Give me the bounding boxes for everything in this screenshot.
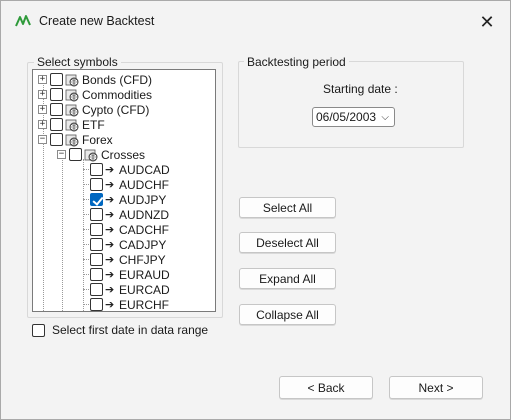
arrow-right-icon: ➔: [105, 267, 115, 281]
tree-category-etf[interactable]: + ETF: [38, 117, 105, 132]
tree-checkbox[interactable]: [90, 178, 103, 191]
tree-checkbox[interactable]: [90, 268, 103, 281]
period-group-label: Backtesting period: [244, 55, 349, 69]
app-logo-icon: [15, 15, 31, 27]
deselect-all-button[interactable]: Deselect All: [239, 232, 336, 253]
select-all-button[interactable]: Select All: [239, 197, 336, 218]
tree-checkbox[interactable]: [69, 148, 82, 161]
starting-date-label: Starting date :: [323, 82, 398, 96]
tree-symbol-euraud[interactable]: ➔ EURAUD: [90, 267, 170, 282]
tree-checkbox[interactable]: [50, 103, 63, 116]
expand-icon[interactable]: +: [38, 120, 47, 129]
tree-checkbox[interactable]: [90, 238, 103, 251]
tree-item-label: Cypto (CFD): [82, 102, 150, 117]
arrow-right-icon: ➔: [105, 252, 115, 266]
tree-symbol-cadchf[interactable]: ➔ CADCHF: [90, 222, 169, 237]
tree-checkbox[interactable]: [90, 208, 103, 221]
collapse-icon[interactable]: −: [57, 150, 66, 159]
tree-item-label: Crosses: [101, 147, 146, 162]
arrow-right-icon: ➔: [105, 222, 115, 236]
close-icon: ✕: [479, 11, 495, 32]
tree-checkbox[interactable]: [90, 223, 103, 236]
tree-symbol-audchf[interactable]: ➔ AUDCHF: [90, 177, 169, 192]
close-button[interactable]: ✕: [473, 9, 501, 35]
tree-symbol-audjpy[interactable]: ➔ AUDJPY: [90, 192, 166, 207]
expand-icon[interactable]: +: [38, 75, 47, 84]
tree-item-label: EURCAD: [119, 282, 170, 297]
tree-item-label: Bonds (CFD): [82, 72, 153, 87]
tree-item-label: EURAUD: [119, 267, 170, 282]
tree-symbol-audcad[interactable]: ➔ AUDCAD: [90, 162, 170, 177]
tree-checkbox[interactable]: [90, 298, 103, 311]
globe-folder-icon: [65, 119, 79, 131]
symbols-group-label: Select symbols: [34, 55, 121, 69]
tree-symbol-eurcad[interactable]: ➔ EURCAD: [90, 282, 170, 297]
arrow-right-icon: ➔: [105, 192, 115, 206]
arrow-right-icon: ➔: [105, 297, 115, 311]
tree-symbol-audnzd[interactable]: ➔ AUDNZD: [90, 207, 169, 222]
tree-category-forex[interactable]: − Forex: [38, 132, 113, 147]
expand-all-button[interactable]: Expand All: [239, 268, 336, 289]
arrow-right-icon: ➔: [105, 282, 115, 296]
globe-folder-icon: [84, 149, 98, 161]
arrow-right-icon: ➔: [105, 162, 115, 176]
tree-item-label: AUDCHF: [119, 177, 169, 192]
arrow-right-icon: ➔: [105, 177, 115, 191]
first-date-checkbox[interactable]: [32, 323, 45, 337]
tree-item-label: ETF: [82, 117, 105, 132]
tree-checkbox[interactable]: [90, 163, 103, 176]
globe-folder-icon: [65, 74, 79, 86]
tree-item-label: Commodities: [82, 87, 153, 102]
tree-category-bonds-cfd[interactable]: + Bonds (CFD): [38, 72, 152, 87]
tree-category-cypto-cfd[interactable]: + Cypto (CFD): [38, 102, 149, 117]
title-bar: Create new Backtest ✕: [1, 1, 510, 41]
chevron-down-icon: ⌵: [381, 112, 389, 123]
window-title: Create new Backtest: [39, 14, 155, 28]
tree-checkbox[interactable]: [50, 133, 63, 146]
globe-folder-icon: [65, 104, 79, 116]
back-button[interactable]: < Back: [279, 376, 373, 399]
expand-icon[interactable]: +: [38, 90, 47, 99]
tree-checkbox[interactable]: [90, 193, 103, 206]
collapse-all-button[interactable]: Collapse All: [239, 304, 336, 325]
tree-checkbox[interactable]: [50, 118, 63, 131]
tree-subgroup-crosses[interactable]: − Crosses: [57, 147, 145, 162]
tree-category-commodities[interactable]: + Commodities: [38, 87, 152, 102]
first-date-option[interactable]: Select first date in data range: [32, 323, 208, 337]
tree-item-label: AUDCAD: [119, 162, 170, 177]
first-date-label: Select first date in data range: [52, 323, 209, 337]
globe-folder-icon: [65, 134, 79, 146]
period-group: [238, 61, 464, 148]
tree-item-label: CHFJPY: [119, 252, 166, 267]
tree-checkbox[interactable]: [90, 253, 103, 266]
globe-folder-icon: [65, 89, 79, 101]
starting-date-value: 06/05/2003: [316, 110, 377, 124]
dialog-window: Create new Backtest ✕ Select symbols + Bo…: [0, 0, 511, 420]
symbol-tree[interactable]: + Bonds (CFD) + Commodities + Cypto (CFD) + ETF…: [32, 69, 216, 312]
tree-item-label: AUDNZD: [119, 207, 169, 222]
tree-checkbox[interactable]: [50, 73, 63, 86]
tree-symbol-chfjpy[interactable]: ➔ CHFJPY: [90, 252, 166, 267]
tree-symbol-cadjpy[interactable]: ➔ CADJPY: [90, 237, 166, 252]
tree-item-label: CADJPY: [119, 237, 167, 252]
expand-icon[interactable]: +: [38, 105, 47, 114]
arrow-right-icon: ➔: [105, 237, 115, 251]
tree-symbol-eurchf[interactable]: ➔ EURCHF: [90, 297, 169, 312]
tree-item-label: Forex: [82, 132, 113, 147]
tree-checkbox[interactable]: [50, 88, 63, 101]
next-button[interactable]: Next >: [389, 376, 483, 399]
starting-date-select[interactable]: 06/05/2003 ⌵: [312, 107, 395, 127]
tree-item-label: EURCHF: [119, 297, 169, 312]
arrow-right-icon: ➔: [105, 207, 115, 221]
tree-item-label: AUDJPY: [119, 192, 167, 207]
tree-item-label: CADCHF: [119, 222, 169, 237]
tree-checkbox[interactable]: [90, 283, 103, 296]
